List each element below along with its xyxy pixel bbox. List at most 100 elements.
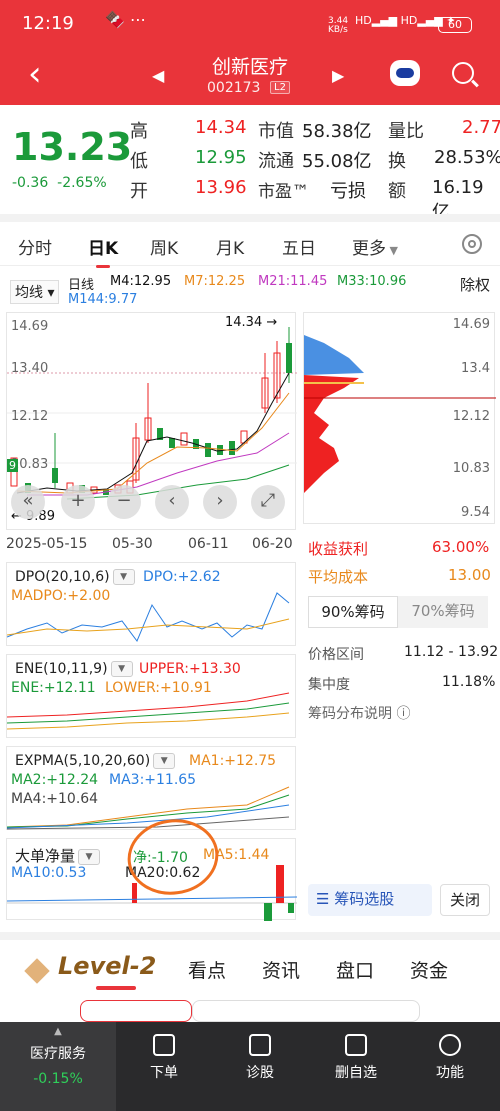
tab-monthly-k[interactable]: 月K [216, 234, 244, 259]
y-label-3: 12.12 [11, 409, 49, 424]
scroll-right-icon[interactable]: › [203, 485, 237, 519]
ma21-value: M21:11.45 [258, 274, 328, 289]
profit-value: 63.00% [432, 538, 490, 556]
ma144-value: M144:9.77 [68, 292, 138, 307]
next-stock-icon[interactable]: ▶ [332, 66, 344, 85]
low-value: 12.95 [195, 147, 247, 168]
kline-period-label: 日线 [68, 278, 95, 293]
nav-order[interactable]: 下单 [124, 1022, 204, 1082]
low-label: 低 [130, 151, 148, 172]
candle [169, 438, 175, 448]
sector-name: 医疗服务 [30, 1046, 86, 1062]
robot-icon[interactable] [390, 60, 420, 86]
candle [229, 441, 235, 455]
chip-y-1: 14.69 [452, 317, 490, 332]
chip-y-3: 12.12 [452, 409, 490, 424]
zoom-in-icon[interactable]: « [11, 485, 45, 519]
app-header: ‹ ◀ 创新医疗 002173 L2 ▶ [0, 50, 500, 105]
scroll-left-icon[interactable]: ‹ [155, 485, 189, 519]
tab-level2[interactable]: Level-2 [58, 952, 156, 990]
chip-blue-area [304, 335, 364, 375]
ene-panel[interactable]: ENE(10,11,9) ▼ UPPER:+13.30 ENE:+12.11 LO… [6, 654, 296, 738]
close-button[interactable]: 关闭 [440, 884, 490, 916]
notification-icons: 🍫 ⋯ [105, 10, 147, 29]
candle [286, 343, 292, 373]
nav-functions[interactable]: 功能 [410, 1022, 490, 1082]
tab-funds[interactable]: 资金 [410, 956, 448, 983]
stock-name: 创新医疗 [211, 56, 288, 78]
chip-y-4: 10.83 [452, 461, 490, 476]
turnover-label: 换 [388, 151, 406, 172]
diagnose-icon [249, 1034, 271, 1056]
ene-svg [7, 692, 290, 730]
chip-explain-link[interactable]: 筹码分布说明 ⓘ [308, 703, 410, 723]
settings-icon[interactable] [462, 234, 482, 254]
nav-diagnose[interactable]: 诊股 [220, 1022, 300, 1082]
tab-more[interactable]: 更多 ▼ [352, 234, 398, 259]
search-icon[interactable] [452, 62, 474, 84]
concentration-label: 集中度 [308, 677, 350, 693]
open-value: 13.96 [195, 177, 247, 198]
price-change: -0.36 -2.65% [12, 175, 107, 191]
minus-icon[interactable]: − [107, 485, 141, 519]
dpo-panel[interactable]: DPO(20,10,6) ▼ DPO:+2.62 MADPO:+2.00 [6, 562, 296, 646]
chip-70-tab[interactable]: 70%筹码 [398, 596, 488, 628]
madpo-line [7, 618, 290, 636]
chip-distribution-chart[interactable]: 14.69 13.4 12.12 10.83 9.54 [303, 312, 496, 524]
tab-daily-k[interactable]: 日K [88, 234, 118, 268]
ma33-value: M33:10.96 [337, 274, 407, 289]
status-time: 12:19 [22, 13, 74, 34]
tab-five-day[interactable]: 五日 [282, 234, 316, 259]
high-value: 14.34 [195, 117, 247, 138]
amount-label: 额 [388, 181, 406, 202]
ma-mode-select[interactable]: 均线 ▾ [10, 280, 60, 304]
bar [264, 903, 272, 921]
price-tag: 9 [7, 459, 18, 472]
chip-y-5: 9.54 [461, 505, 490, 520]
avg-cost-value: 13.00 [448, 566, 491, 584]
chip-red-area [304, 375, 359, 493]
chip-90-tab[interactable]: 90%筹码 [308, 596, 398, 628]
date-label-4: 06-20 [252, 536, 293, 552]
kline-chart[interactable]: 14.69 13.40 12.12 10.83 14.34 → ← 9.89 9… [6, 312, 297, 530]
price-range-label: 价格区间 [308, 647, 364, 663]
pe-label: 市盈™ [258, 182, 309, 202]
exclude-rights-button[interactable]: 除权 [460, 274, 490, 295]
price-range-value: 11.12 - 13.92 [404, 644, 499, 660]
more-icon [439, 1034, 461, 1056]
upper-line [7, 692, 290, 718]
tab-news[interactable]: 资讯 [262, 956, 300, 983]
y-label-2: 13.40 [11, 361, 49, 376]
sub-tab-outline[interactable] [80, 1000, 192, 1022]
tab-intraday[interactable]: 分时 [18, 234, 52, 259]
sector-change: -0.15% [33, 1071, 83, 1087]
mktcap-value: 58.38亿 [302, 121, 372, 142]
tab-orderbook[interactable]: 盘口 [336, 956, 374, 983]
candle [52, 468, 58, 483]
concentration-value: 11.18% [442, 674, 496, 690]
sub-tab-outline[interactable] [192, 1000, 420, 1022]
battery-icon: 60 [438, 17, 472, 33]
fullscreen-icon[interactable]: ⤢ [251, 485, 285, 519]
current-price: 13.23 [12, 125, 133, 169]
tab-weekly-k[interactable]: 周K [150, 234, 178, 259]
nav-remove-watch[interactable]: 删自选 [316, 1022, 396, 1082]
tab-highlights[interactable]: 看点 [188, 956, 226, 983]
volratio-value: 2.77 [462, 117, 500, 138]
caret-up-icon: ▲ [54, 1026, 62, 1037]
ma4-value: M4:12.95 [110, 274, 172, 289]
remove-icon [345, 1034, 367, 1056]
stock-code: 002173 [207, 80, 261, 96]
big-order-panel[interactable]: 大单净量 ▼ 净:-1.70 MA5:1.44 MA10:0.53 MA20:0.… [6, 819, 297, 921]
plus-icon[interactable]: + [61, 485, 95, 519]
sector-tab[interactable]: ▲ 医疗服务 -0.15% [0, 1022, 116, 1111]
ma7-value: M7:12.25 [184, 274, 246, 289]
dpo-line [7, 592, 290, 642]
ma21-line [27, 432, 290, 496]
chip-y-2: 13.4 [461, 361, 490, 376]
ma10-line [7, 896, 297, 902]
open-label: 开 [130, 181, 148, 202]
mktcap-label: 市值 [258, 121, 294, 142]
chip-select-button[interactable]: ☰ 筹码选股 [308, 884, 432, 916]
high-marker: 14.34 → [225, 315, 278, 330]
